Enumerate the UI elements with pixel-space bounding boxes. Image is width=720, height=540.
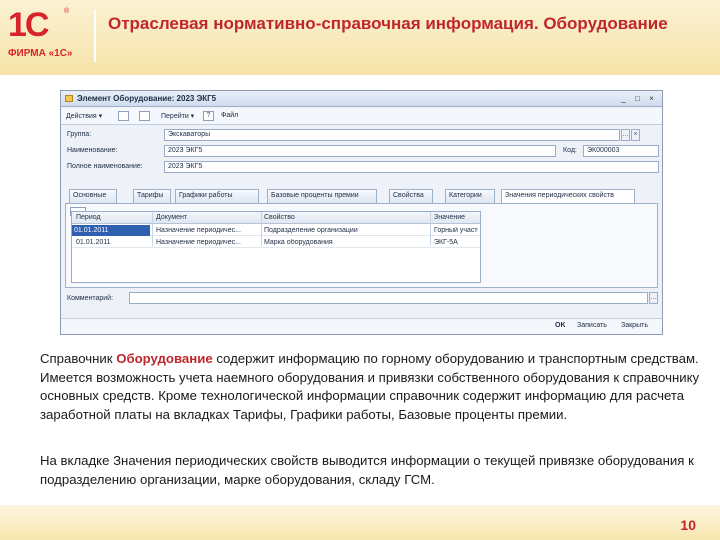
- cell-property[interactable]: Подразделение организации: [264, 227, 429, 234]
- save-button[interactable]: Записать: [577, 322, 607, 329]
- logo-registered: ®: [64, 8, 70, 15]
- slide-title: Отраслевая нормативно-справочная информа…: [108, 14, 668, 33]
- description-paragraph-1: Справочник Оборудование содержит информа…: [40, 350, 700, 424]
- maximize-button[interactable]: □: [633, 94, 642, 103]
- logo-1c: 1С ® ФИРМА «1С»: [8, 6, 76, 66]
- cell-value[interactable]: Горный участок: [434, 227, 478, 234]
- column-divider: [261, 212, 262, 246]
- goto-menu[interactable]: Перейти ▾: [161, 112, 194, 120]
- tab-bonus-percent[interactable]: Базовые проценты премии: [267, 189, 377, 203]
- description-paragraph-2: На вкладке Значения периодических свойст…: [40, 453, 694, 487]
- tab-schedules[interactable]: Графики работы: [175, 189, 259, 203]
- name-field[interactable]: 2023 ЭКГ5: [164, 145, 556, 157]
- close-window-button[interactable]: ×: [647, 94, 656, 103]
- column-divider: [430, 212, 431, 246]
- fullname-label: Полное наименование:: [67, 163, 143, 170]
- tab-periodic-properties[interactable]: Значения периодических свойств: [501, 189, 635, 204]
- group-label: Группа:: [67, 131, 92, 138]
- name-label: Наименование:: [67, 147, 118, 154]
- minimize-button[interactable]: _: [619, 94, 628, 103]
- group-select-button[interactable]: ...: [621, 129, 630, 141]
- col-value[interactable]: Значение: [434, 214, 465, 221]
- slide-header: 1С ® ФИРМА «1С» Отраслевая нормативно-сп…: [0, 0, 720, 75]
- comment-select-button[interactable]: …: [649, 292, 658, 304]
- cell-document[interactable]: Назначение периодичес...: [156, 239, 260, 246]
- page-number: 10: [680, 517, 696, 533]
- edit-icon[interactable]: [139, 111, 150, 121]
- logo-mark: 1С: [8, 6, 49, 44]
- ok-button[interactable]: OK: [555, 322, 566, 329]
- tab-categories[interactable]: Категории: [445, 189, 495, 203]
- save-icon[interactable]: [118, 111, 129, 121]
- code-label: Код:: [563, 147, 577, 154]
- cell-property[interactable]: Марка оборудования: [264, 239, 429, 246]
- col-property[interactable]: Свойство: [264, 214, 295, 221]
- table-row[interactable]: 01.01.2011 Назначение периодичес... Марк…: [72, 237, 480, 248]
- file-menu[interactable]: Файл: [221, 112, 238, 119]
- col-period[interactable]: Период: [76, 214, 101, 221]
- group-field[interactable]: Экскаваторы: [164, 129, 620, 141]
- group-clear-button[interactable]: ×: [631, 129, 640, 141]
- logo-firm: ФИРМА «1С»: [8, 48, 73, 59]
- help-icon[interactable]: ?: [203, 111, 214, 121]
- comment-label: Комментарий:: [67, 295, 114, 302]
- close-button[interactable]: Закрыть: [621, 322, 648, 329]
- slide-footer: 10: [0, 505, 720, 540]
- folder-icon: [65, 95, 73, 102]
- periodic-properties-table: Период Документ Свойство Значение 01.01.…: [71, 211, 481, 283]
- equipment-element-window: Элемент Оборудование: 2023 ЭКГ5 _ □ × Де…: [60, 90, 663, 335]
- table-row[interactable]: 01.01.2011 Назначение периодичес... Подр…: [72, 225, 480, 236]
- cell-document[interactable]: Назначение периодичес...: [156, 227, 260, 234]
- tab-main[interactable]: Основные: [69, 189, 117, 203]
- column-divider: [152, 212, 153, 246]
- table-header: Период Документ Свойство Значение: [72, 212, 480, 224]
- p1-intro: Справочник: [40, 351, 117, 366]
- window-titlebar: Элемент Оборудование: 2023 ЭКГ5 _ □ ×: [61, 91, 662, 107]
- comment-field[interactable]: [129, 292, 648, 304]
- fullname-field[interactable]: 2023 ЭКГ5: [164, 161, 659, 173]
- window-button-bar: OK Записать Закрыть: [61, 318, 662, 334]
- tab-tariffs[interactable]: Тарифы: [133, 189, 171, 203]
- tab-strip: Основные Тарифы Графики работы Базовые п…: [65, 189, 658, 204]
- cell-value[interactable]: ЭКГ-5А: [434, 239, 478, 246]
- window-toolbar: Действия ▾ Перейти ▾ ? Файл: [61, 108, 662, 125]
- p1-highlight: Оборудование: [116, 351, 213, 366]
- actions-menu[interactable]: Действия ▾: [66, 112, 102, 120]
- code-field[interactable]: ЭК000003: [583, 145, 659, 157]
- header-divider: [94, 10, 96, 62]
- col-document[interactable]: Документ: [156, 214, 187, 221]
- cell-period[interactable]: 01.01.2011: [72, 225, 150, 236]
- window-title: Элемент Оборудование: 2023 ЭКГ5: [77, 94, 217, 103]
- cell-period[interactable]: 01.01.2011: [76, 239, 152, 246]
- tab-properties[interactable]: Свойства: [389, 189, 433, 203]
